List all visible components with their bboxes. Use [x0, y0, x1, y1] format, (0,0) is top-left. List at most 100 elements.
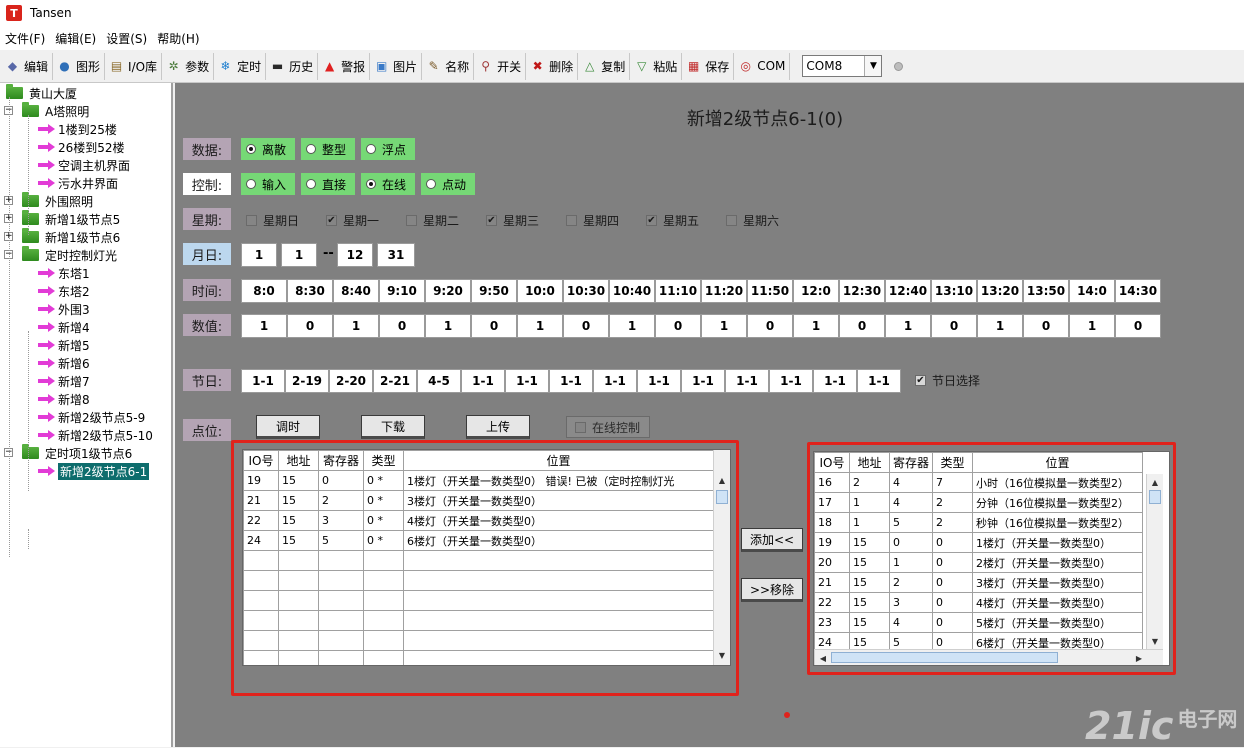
weekday-checkbox-1[interactable]: ✔ 星期一 — [326, 210, 402, 230]
time-cell[interactable]: 11:50 — [747, 279, 793, 303]
remove-button[interactable]: >>移除 — [741, 578, 803, 602]
column-header[interactable]: 类型 — [932, 452, 973, 473]
tree-node[interactable]: 新增1级节点5 — [22, 210, 120, 228]
table-row[interactable]: 22 15 3 0 * 4楼灯（开关量一数类型0） — [243, 510, 714, 531]
tree-node[interactable]: 新增5 — [38, 336, 90, 354]
column-header[interactable]: 类型 — [363, 450, 404, 471]
table-row[interactable]: 21 15 2 0 * 3楼灯（开关量一数类型0） — [243, 490, 714, 511]
value-cell[interactable]: 0 — [471, 314, 517, 338]
tree-node[interactable]: 定时控制灯光 — [22, 246, 117, 264]
time-cell[interactable]: 12:30 — [839, 279, 885, 303]
holiday-cell[interactable]: 1-1 — [769, 369, 813, 393]
tree-node[interactable]: 新增1级节点6 — [22, 228, 120, 246]
scroll-up-icon[interactable]: ▲ — [1147, 474, 1163, 490]
toolbar-button-12[interactable]: ▽ 粘贴 — [630, 52, 683, 80]
chevron-down-icon[interactable]: ▼ — [864, 56, 882, 76]
scroll-down-icon[interactable]: ▼ — [714, 647, 730, 663]
tree-node[interactable]: 新增2级节点5-10 — [38, 426, 153, 444]
value-cell[interactable]: 0 — [931, 314, 977, 338]
time-cell[interactable]: 12:40 — [885, 279, 931, 303]
time-cell[interactable]: 14:0 — [1069, 279, 1115, 303]
time-cell[interactable]: 10:40 — [609, 279, 655, 303]
table-row[interactable]: 21 15 2 0 3楼灯（开关量一数类型0） — [814, 572, 1143, 593]
holiday-cell[interactable]: 1-1 — [461, 369, 505, 393]
value-cell[interactable]: 0 — [287, 314, 333, 338]
tree-node[interactable]: 外围3 — [38, 300, 90, 318]
holiday-cell[interactable]: 1-1 — [681, 369, 725, 393]
value-cell[interactable]: 0 — [839, 314, 885, 338]
data-type-radio-2[interactable]: 浮点 — [361, 138, 415, 160]
scroll-thumb[interactable] — [1149, 490, 1161, 504]
add-button[interactable]: 添加<< — [741, 528, 803, 552]
toolbar-button-13[interactable]: ▦ 保存 — [682, 52, 735, 80]
toolbar-button-3[interactable]: ✲ 参数 — [162, 52, 215, 80]
monthday-from_m[interactable]: 1 — [241, 243, 277, 267]
column-header[interactable]: 寄存器 — [889, 452, 933, 473]
tree-node[interactable]: 污水井界面 — [38, 174, 118, 192]
vertical-scrollbar[interactable]: ▲ ▼ — [713, 450, 730, 665]
table-row[interactable]: 17 1 4 2 分钟（16位模拟量一数类型2） — [814, 492, 1143, 513]
tree-node[interactable]: 新增6 — [38, 354, 90, 372]
value-cell[interactable]: 0 — [1115, 314, 1161, 338]
online-control-checkbox[interactable]: 在线控制 — [566, 416, 650, 438]
weekday-checkbox-6[interactable]: 星期六 — [726, 210, 802, 230]
weekday-checkbox-5[interactable]: ✔ 星期五 — [646, 210, 722, 230]
time-cell[interactable]: 12:0 — [793, 279, 839, 303]
toolbar-button-9[interactable]: ⚲ 开关 — [474, 52, 527, 80]
value-cell[interactable]: 1 — [333, 314, 379, 338]
column-header[interactable]: IO号 — [243, 450, 279, 471]
value-cell[interactable]: 1 — [1069, 314, 1115, 338]
time-cell[interactable]: 8:0 — [241, 279, 287, 303]
horizontal-scrollbar[interactable]: ◀ ▶ — [814, 649, 1163, 665]
tree-node[interactable]: 新增4 — [38, 318, 90, 336]
time-cell[interactable]: 13:50 — [1023, 279, 1069, 303]
selected-points-grid[interactable]: IO号 地址 寄存器 类型 位置 19 15 0 0 * 1楼灯（开关量一数类型0） 错误! 已被… — [242, 449, 731, 666]
control-mode-radio-1[interactable]: 直接 — [301, 173, 355, 195]
control-mode-radio-0[interactable]: 输入 — [241, 173, 295, 195]
monthday-to_d[interactable]: 31 — [377, 243, 415, 267]
column-header[interactable]: IO号 — [814, 452, 850, 473]
scroll-thumb[interactable] — [831, 652, 1058, 663]
time-cell[interactable]: 8:40 — [333, 279, 379, 303]
toolbar-button-0[interactable]: ◆ 编辑 — [1, 52, 54, 80]
download-button[interactable]: 下载 — [361, 415, 425, 439]
scroll-up-icon[interactable]: ▲ — [714, 472, 730, 488]
time-cell[interactable]: 13:10 — [931, 279, 977, 303]
table-row[interactable]: 19 15 0 0 * 1楼灯（开关量一数类型0） 错误! 已被（定时控制灯光 — [243, 470, 714, 491]
value-cell[interactable]: 1 — [517, 314, 563, 338]
menu-item-1[interactable]: 编辑(E) — [50, 30, 101, 47]
tree-node[interactable]: 东塔1 — [38, 264, 90, 282]
value-cell[interactable]: 0 — [1023, 314, 1069, 338]
data-type-radio-1[interactable]: 整型 — [301, 138, 355, 160]
value-cell[interactable]: 0 — [747, 314, 793, 338]
scroll-left-icon[interactable]: ◀ — [815, 650, 831, 665]
time-cell[interactable]: 9:20 — [425, 279, 471, 303]
tree-node[interactable]: 新增7 — [38, 372, 90, 390]
project-tree[interactable]: 黄山大厦 A塔照明 −1楼到25楼 26楼到52楼 空调主机界面 污水井界面 外围照明 + 新增… — [0, 83, 173, 747]
time-cell[interactable]: 13:20 — [977, 279, 1023, 303]
table-row[interactable] — [243, 630, 714, 651]
tree-node[interactable]: 26楼到52楼 — [38, 138, 125, 156]
scroll-down-icon[interactable]: ▼ — [1147, 633, 1163, 649]
column-header[interactable]: 地址 — [278, 450, 319, 471]
menu-item-2[interactable]: 设置(S) — [101, 30, 152, 47]
table-row[interactable] — [243, 550, 714, 571]
monthday-from_d[interactable]: 1 — [281, 243, 317, 267]
weekday-checkbox-2[interactable]: 星期二 — [406, 210, 482, 230]
table-row[interactable]: 20 15 1 0 2楼灯（开关量一数类型0） — [814, 552, 1143, 573]
time-cell[interactable]: 9:10 — [379, 279, 425, 303]
toolbar-button-14[interactable]: ◎ COM — [734, 52, 791, 80]
value-cell[interactable]: 1 — [609, 314, 655, 338]
toolbar-button-1[interactable]: ● 图形 — [53, 52, 106, 80]
monthday-to_m[interactable]: 12 — [337, 243, 373, 267]
holiday-cell[interactable]: 1-1 — [725, 369, 769, 393]
column-header[interactable]: 寄存器 — [318, 450, 364, 471]
table-row[interactable]: 22 15 3 0 4楼灯（开关量一数类型0） — [814, 592, 1143, 613]
tree-node[interactable]: 黄山大厦 — [6, 84, 77, 102]
time-cell[interactable]: 11:10 — [655, 279, 701, 303]
weekday-checkbox-0[interactable]: 星期日 — [246, 210, 322, 230]
holiday-cell[interactable]: 4-5 — [417, 369, 461, 393]
toolbar-button-10[interactable]: ✖ 删除 — [526, 52, 579, 80]
holiday-cell[interactable]: 1-1 — [637, 369, 681, 393]
menu-item-3[interactable]: 帮助(H) — [152, 30, 204, 47]
